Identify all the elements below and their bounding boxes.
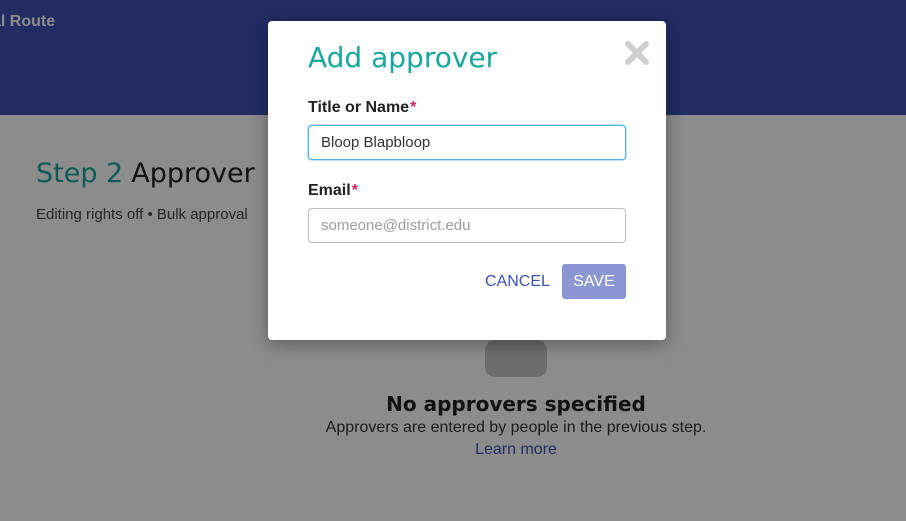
required-marker: *: [351, 182, 358, 199]
page: al Route Step 2Approver Editing rights o…: [0, 0, 906, 521]
add-approver-dialog: Add approver Title or Name* Email* CANCE…: [268, 21, 666, 340]
save-button[interactable]: SAVE: [562, 264, 626, 299]
email-field-label: Email*: [308, 182, 358, 200]
name-field-label: Title or Name*: [308, 99, 416, 117]
email-label-text: Email: [308, 182, 351, 199]
close-icon[interactable]: [622, 38, 652, 68]
cancel-button[interactable]: CANCEL: [476, 264, 559, 299]
name-input[interactable]: [308, 125, 626, 160]
name-label-text: Title or Name: [308, 99, 410, 116]
required-marker: *: [410, 99, 417, 116]
dialog-title: Add approver: [308, 41, 498, 74]
email-input[interactable]: [308, 208, 626, 243]
